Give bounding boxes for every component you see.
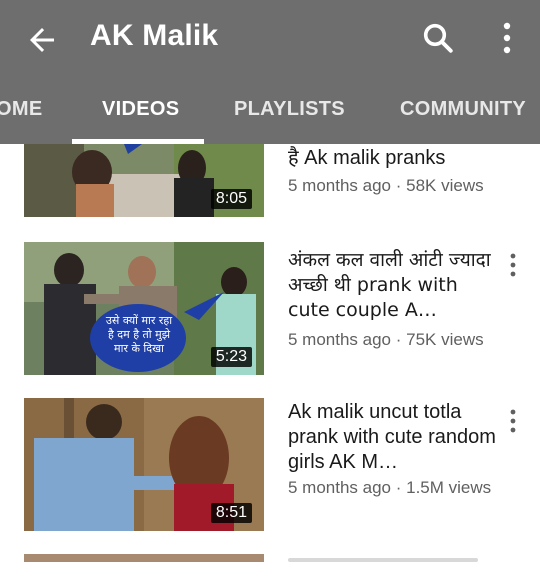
video-list-item[interactable]: उसे क्यों मार रहा है दम है तो मुझे मार क… bbox=[0, 242, 540, 382]
top-bar: AK Malik bbox=[0, 0, 540, 78]
video-duration: 5:23 bbox=[210, 347, 252, 367]
video-meta: 5 months ago · 58K views bbox=[288, 176, 484, 195]
tab-home[interactable]: OME bbox=[0, 98, 42, 121]
video-list-item[interactable]: 8:51 Ak malik uncut totla prank with cut… bbox=[0, 398, 540, 538]
video-thumbnail[interactable]: 8:51 bbox=[24, 398, 264, 531]
tab-community[interactable]: COMMUNITY bbox=[400, 98, 526, 121]
video-title-cropped bbox=[288, 558, 478, 562]
video-duration: 8:05 bbox=[210, 189, 252, 209]
channel-title: AK Malik bbox=[90, 19, 219, 52]
more-vertical-icon[interactable] bbox=[506, 408, 520, 434]
video-meta: 5 months ago · 75K views bbox=[288, 330, 484, 349]
app-bar: AK Malik OME VIDEOS PLAYLISTS COMMUNITY bbox=[0, 0, 540, 144]
video-list-item[interactable] bbox=[0, 554, 540, 562]
tab-playlists[interactable]: PLAYLISTS bbox=[234, 98, 345, 121]
video-title[interactable]: अंकल कल वाली आंटी ज्यादा अच्छी थी prank … bbox=[288, 248, 498, 323]
video-title[interactable]: है Ak malik pranks bbox=[288, 146, 498, 171]
channel-tabs: OME VIDEOS PLAYLISTS COMMUNITY bbox=[0, 78, 540, 144]
video-thumbnail[interactable]: उसे क्यों मार रहा है दम है तो मुझे मार क… bbox=[24, 242, 264, 375]
tab-videos[interactable]: VIDEOS bbox=[102, 98, 179, 121]
video-title[interactable]: Ak malik uncut totla prank with cute ran… bbox=[288, 400, 498, 475]
more-vertical-icon[interactable] bbox=[494, 20, 520, 56]
video-duration: 8:51 bbox=[210, 503, 252, 523]
more-vertical-icon[interactable] bbox=[506, 252, 520, 278]
search-icon[interactable] bbox=[420, 20, 456, 56]
video-meta: 5 months ago · 1.5M views bbox=[288, 478, 492, 497]
video-thumbnail[interactable] bbox=[24, 554, 264, 562]
video-thumbnail[interactable]: 8:05 bbox=[24, 144, 264, 217]
speech-bubble-text: उसे क्यों मार रहा है दम है तो मुझे मार क… bbox=[105, 314, 173, 355]
active-tab-indicator bbox=[72, 139, 204, 144]
arrow-back-icon[interactable] bbox=[24, 22, 60, 58]
